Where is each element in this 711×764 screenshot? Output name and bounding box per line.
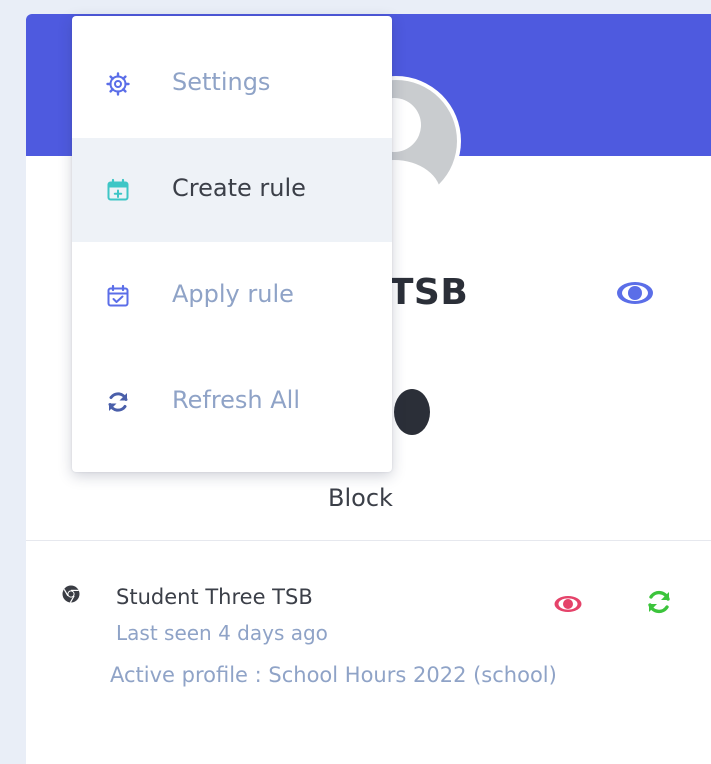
eye-icon[interactable]: [554, 593, 582, 615]
chrome-icon: [62, 585, 80, 603]
menu-item-label: Create rule: [172, 174, 306, 202]
status-label: Block: [328, 484, 393, 512]
eye-icon[interactable]: [616, 278, 654, 308]
calendar-check-icon: [107, 284, 129, 307]
menu-item-label: Settings: [172, 68, 271, 96]
menu-item-settings[interactable]: Settings: [72, 32, 392, 136]
actions-dropdown-menu: Settings Create rule Apply rule Refresh …: [72, 16, 392, 472]
menu-item-refresh-all[interactable]: Refresh All: [72, 350, 392, 454]
menu-item-label: Refresh All: [172, 386, 301, 414]
menu-item-create-rule[interactable]: Create rule: [72, 138, 392, 242]
calendar-plus-icon: [107, 178, 129, 201]
menu-item-apply-rule[interactable]: Apply rule: [72, 244, 392, 348]
device-name: Student Three TSB: [116, 585, 313, 609]
device-row: Student Three TSB Last seen 4 days ago A…: [26, 541, 711, 764]
gear-icon: [106, 72, 130, 96]
refresh-icon[interactable]: [646, 589, 672, 615]
active-profile: Active profile : School Hours 2022 (scho…: [110, 663, 557, 687]
refresh-icon: [108, 392, 128, 412]
menu-item-label: Apply rule: [172, 280, 294, 308]
status-indicator: [394, 389, 430, 435]
page: ee TSB Block Student Three TSB Last seen…: [0, 0, 711, 764]
last-seen: Last seen 4 days ago: [116, 621, 328, 645]
